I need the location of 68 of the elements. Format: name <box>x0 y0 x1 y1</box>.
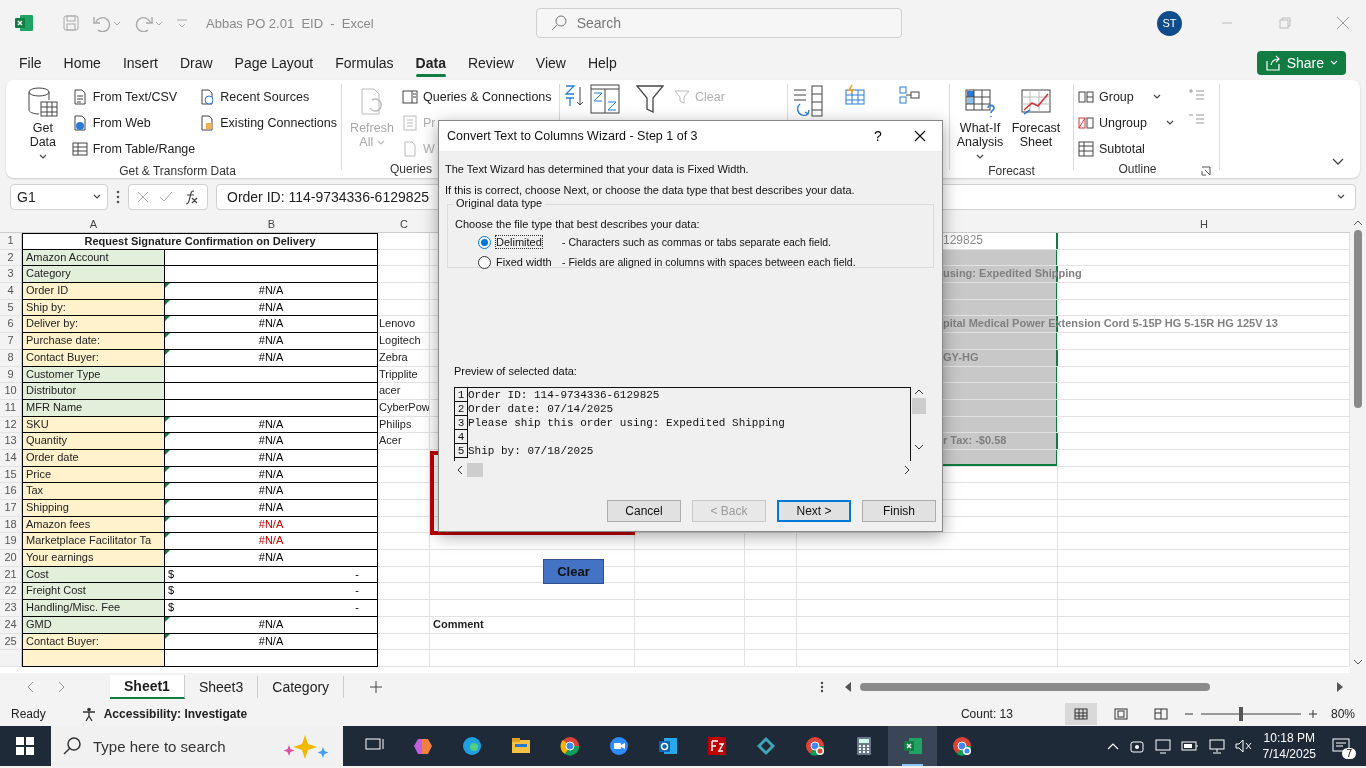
preview-line: Please ship this order using: Expedited Shipping <box>468 416 785 430</box>
table-cell: Your earnings <box>22 550 165 567</box>
table-cell: acer <box>378 383 430 400</box>
cell-text: #N/A <box>258 299 284 315</box>
cell-text: #N/A <box>258 616 284 632</box>
line-number: 3 <box>455 416 468 430</box>
cell-text: #N/A <box>258 483 284 499</box>
window-title: Abbas PO 2.01 EID - Excel <box>206 15 374 31</box>
cell-text: $ <box>168 566 175 582</box>
table-cell: Request Signature Confirmation on Delivery <box>22 233 378 250</box>
table-cell: Purchase date: <box>22 333 165 350</box>
cell-text: #N/A <box>258 449 284 465</box>
cell-text: #N/A <box>258 633 284 649</box>
table-cell: Order ID <box>22 283 165 300</box>
table-cell: Tripplite <box>378 366 430 384</box>
group-label: Queries <box>390 162 433 178</box>
preview-line: Ship by: 07/18/2025 <box>468 444 594 458</box>
table-cell: Quantity <box>22 433 165 450</box>
cell-text: #N/A <box>258 466 284 482</box>
preview-line: Order date: 07/14/2025 <box>468 402 614 416</box>
cell-text: #N/A <box>258 500 284 515</box>
line-number: 2 <box>455 402 468 416</box>
cell-text: #N/A <box>258 333 284 349</box>
table-cell: Handling/Misc. Fee <box>22 600 165 617</box>
table-cell: Freight Cost <box>22 583 165 601</box>
cell-text: $ <box>168 600 175 616</box>
table-cell: CyberPow <box>378 399 430 417</box>
dialog-text: Choose the file type that best describes your data: <box>455 218 701 230</box>
cell-text: #N/A <box>258 316 284 332</box>
cell-text: - <box>355 600 359 616</box>
table-cell: Acer <box>378 433 430 450</box>
table-cell: Shipping <box>22 500 165 517</box>
notification-badge: 7 <box>1342 748 1356 759</box>
table-cell: Logitech <box>378 333 430 350</box>
group-label: Get & Transform Data <box>119 164 236 180</box>
table-cell: Comment <box>430 616 635 634</box>
cell-text: $ <box>168 583 175 599</box>
cell-text: - <box>355 566 359 582</box>
line-number: 5 <box>455 444 468 458</box>
status-count: Count: 13 <box>960 706 1013 721</box>
table-cell: Tax <box>22 483 165 500</box>
table-cell: Marketplace Facilitator Ta <box>22 533 165 551</box>
cell-text: #N/A <box>258 433 284 449</box>
cell-text: #N/A <box>258 533 284 549</box>
status-text: Ready <box>11 706 46 721</box>
table-cell: Zebra <box>378 349 430 367</box>
cell-text: #N/A <box>258 283 284 299</box>
cell-text: #N/A <box>258 349 284 365</box>
table-cell: Distributor <box>22 383 165 400</box>
table-cell: Philips <box>378 416 430 434</box>
group-label: Forecast <box>988 164 1035 180</box>
cell-text: #N/A <box>258 516 284 532</box>
dialog-title: Convert Text to Columns Wizard - Step 1 of 3 <box>447 129 698 143</box>
table-cell: Lenovo <box>378 316 430 334</box>
line-number: 1 <box>455 388 468 402</box>
line-number: 4 <box>455 430 468 444</box>
dialog-text: If this is correct, choose Next, or choose the data type that best describes your data. <box>445 183 856 198</box>
dialog-text: The Text Wizard has determined that your data is Fixed Width. <box>445 162 750 177</box>
option-description: - Fields are aligned in columns with spaces between each field. <box>562 256 856 268</box>
preview-line: Order ID: 114-9734336-6129825 <box>468 388 660 402</box>
table-cell: Deliver by: <box>22 316 165 334</box>
cell-text: #N/A <box>258 416 284 432</box>
group-label: Outline <box>1118 162 1157 178</box>
group-title: Original data type <box>453 197 546 209</box>
cell-text: - <box>355 583 359 599</box>
cell-text: #N/A <box>258 550 284 566</box>
table-cell: Category <box>22 266 165 284</box>
preview-label: Preview of selected data: <box>454 365 578 377</box>
